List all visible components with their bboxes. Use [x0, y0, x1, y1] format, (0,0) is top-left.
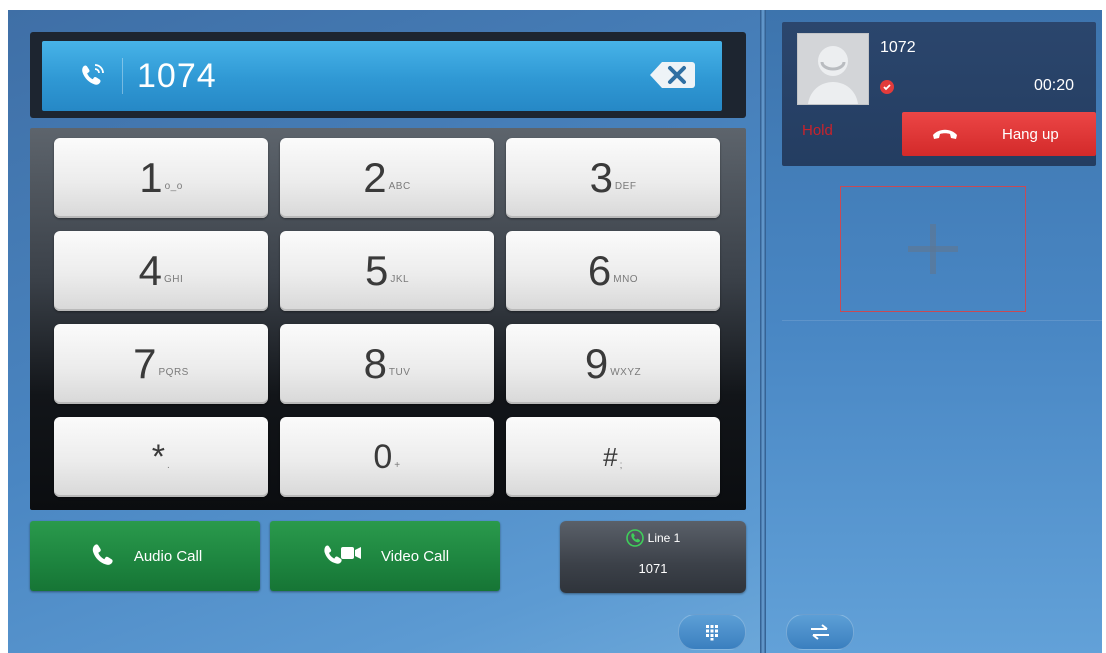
- key-letters: MNO: [613, 273, 639, 285]
- key-4[interactable]: 4 GHI: [54, 231, 268, 311]
- video-call-label: Video Call: [380, 547, 450, 565]
- key-0[interactable]: 0 +: [280, 417, 494, 497]
- key-letters: ;: [619, 459, 623, 471]
- call-timer: 00:20: [1033, 77, 1074, 94]
- swap-icon: [811, 624, 829, 640]
- audio-call-button[interactable]: Audio Call: [30, 521, 260, 591]
- hangup-label: Hang up: [1002, 125, 1059, 143]
- dialer-panel: 1074 1 o_o 2 ABC 3 DEF 4 GHI 5 JKL 6 MNO…: [8, 10, 760, 653]
- contact-avatar-icon: [798, 34, 868, 104]
- key-digit: *: [151, 437, 165, 476]
- hold-button[interactable]: Hold: [802, 122, 833, 139]
- key-digit: 3: [589, 154, 613, 201]
- video-call-button[interactable]: Video Call: [270, 521, 500, 591]
- key-hash[interactable]: # ;: [506, 417, 720, 497]
- key-digit: 2: [363, 154, 387, 201]
- key-letters: DEF: [614, 180, 637, 192]
- key-8[interactable]: 8 TUV: [280, 324, 494, 404]
- key-letters: ABC: [388, 180, 411, 192]
- swap-button[interactable]: [786, 614, 854, 650]
- key-7[interactable]: 7 PQRS: [54, 324, 268, 404]
- key-2[interactable]: 2 ABC: [280, 138, 494, 218]
- key-digit: 7: [133, 340, 157, 387]
- key-digit: 5: [364, 247, 389, 294]
- phone-screen: 1074 1 o_o 2 ABC 3 DEF 4 GHI 5 JKL 6 MNO…: [8, 10, 1102, 653]
- add-call-slot[interactable]: [840, 186, 1026, 312]
- phone-signal-icon: [72, 56, 112, 96]
- key-digit: 9: [584, 340, 609, 387]
- line-label: Line 1: [647, 531, 681, 545]
- key-3[interactable]: 3 DEF: [506, 138, 720, 218]
- key-6[interactable]: 6 MNO: [506, 231, 720, 311]
- keypad-icon: [706, 625, 718, 641]
- call-panel: 1072 00:20 Hold Hang up: [766, 10, 1102, 653]
- backspace-icon[interactable]: [648, 59, 696, 91]
- key-digit: 6: [587, 247, 612, 294]
- key-digit: #: [603, 441, 618, 472]
- key-1[interactable]: 1 o_o: [54, 138, 268, 218]
- keypad-toggle-button[interactable]: [678, 614, 746, 650]
- active-call-card: 1072 00:20 Hold Hang up: [782, 22, 1096, 166]
- security-badge-icon: [880, 80, 894, 94]
- key-letters: PQRS: [158, 366, 189, 378]
- plus-icon: [908, 224, 958, 274]
- key-letters: JKL: [390, 273, 410, 285]
- line-selector[interactable]: Line 1 1071: [560, 521, 746, 593]
- key-letters: WXYZ: [610, 366, 642, 378]
- key-letters: TUV: [388, 366, 411, 378]
- caller-number: 1072: [880, 39, 916, 56]
- line-status-icon: [625, 529, 644, 547]
- audio-call-label: Audio Call: [133, 547, 203, 565]
- key-digit: 1: [139, 154, 163, 201]
- dial-input[interactable]: 1074: [42, 41, 722, 111]
- key-digit: 0: [373, 437, 393, 476]
- key-digit: 4: [138, 247, 163, 294]
- video-call-icon: [324, 545, 361, 564]
- dialed-number: 1074: [137, 56, 217, 95]
- line-number: 1071: [638, 561, 668, 576]
- key-letters: .: [166, 459, 171, 471]
- avatar: [797, 33, 869, 105]
- hangup-icon: [933, 129, 957, 139]
- hangup-button[interactable]: Hang up: [902, 112, 1096, 156]
- input-separator: [122, 58, 123, 94]
- slot-divider: [782, 320, 1102, 321]
- key-star[interactable]: * .: [54, 417, 268, 497]
- handset-icon: [92, 544, 113, 565]
- key-9[interactable]: 9 WXYZ: [506, 324, 720, 404]
- key-letters: GHI: [164, 273, 184, 285]
- key-letters: o_o: [164, 180, 183, 192]
- key-5[interactable]: 5 JKL: [280, 231, 494, 311]
- key-digit: 8: [363, 340, 387, 387]
- line-title: Line 1: [560, 529, 746, 547]
- key-letters: +: [394, 459, 401, 471]
